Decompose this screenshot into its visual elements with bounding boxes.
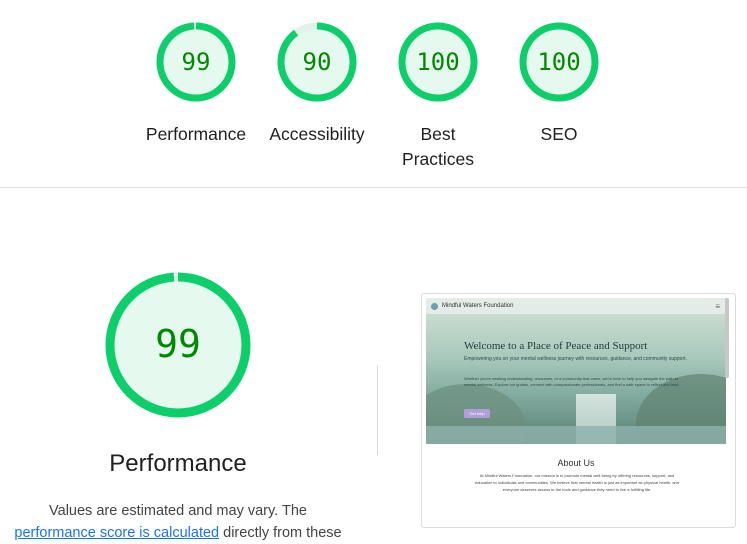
performance-description: Values are estimated and may vary. The p… xyxy=(0,500,356,544)
site-hero: Welcome to a Place of Peace and Support … xyxy=(426,314,726,444)
gauge-accessibility[interactable]: 90 Accessibility xyxy=(257,20,377,147)
site-name: Mindful Waters Foundation xyxy=(442,303,514,309)
gauge-best-practices[interactable]: 100 Best Practices xyxy=(378,20,498,172)
gauge-label: Accessibility xyxy=(269,124,365,144)
hero-subtitle: Empowering you on your mental wellness j… xyxy=(464,356,687,362)
performance-gauge-large: 99 xyxy=(103,270,253,425)
score-ring: 100 xyxy=(398,22,478,102)
final-screenshot[interactable]: Mindful Waters Foundation ≡ Welcome to a… xyxy=(421,293,736,528)
score-ring: 90 xyxy=(277,22,357,102)
site-navbar: Mindful Waters Foundation ≡ xyxy=(426,298,726,314)
screenshot-scrollbar xyxy=(725,298,729,378)
score-value: 100 xyxy=(416,48,459,76)
gauge-label: Best Practices xyxy=(402,124,474,169)
site-logo-icon xyxy=(431,302,438,310)
score-ring: 100 xyxy=(519,22,599,102)
score-value: 99 xyxy=(182,48,211,76)
gauge-label: Performance xyxy=(145,124,247,144)
hero-get-help-button: Get help xyxy=(464,409,490,418)
score-value-large: 99 xyxy=(155,322,201,366)
about-title: About Us xyxy=(557,458,595,468)
performance-title: Performance xyxy=(109,450,247,477)
gauge-seo[interactable]: 100 SEO xyxy=(499,20,619,147)
description-text: Values are estimated and may vary. The xyxy=(49,503,307,519)
score-calculated-link[interactable]: performance score is calculated xyxy=(14,525,219,541)
hero-body: Whether you're seeking understanding, re… xyxy=(464,376,680,387)
score-value: 90 xyxy=(303,48,332,76)
description-text-rest: directly from these xyxy=(219,525,342,541)
gauge-performance[interactable]: 99 Performance xyxy=(136,20,256,147)
score-ring-large: 99 xyxy=(105,272,251,418)
hamburger-menu-icon: ≡ xyxy=(715,302,720,311)
score-ring: 99 xyxy=(156,22,236,102)
hero-title: Welcome to a Place of Peace and Support xyxy=(464,340,648,352)
gauge-label: SEO xyxy=(540,124,578,144)
hero-water xyxy=(426,426,726,444)
about-body: At Mindful Waters Foundation, our missio… xyxy=(474,473,680,492)
vertical-separator xyxy=(377,365,378,455)
section-divider xyxy=(0,187,747,188)
score-value: 100 xyxy=(537,48,580,76)
